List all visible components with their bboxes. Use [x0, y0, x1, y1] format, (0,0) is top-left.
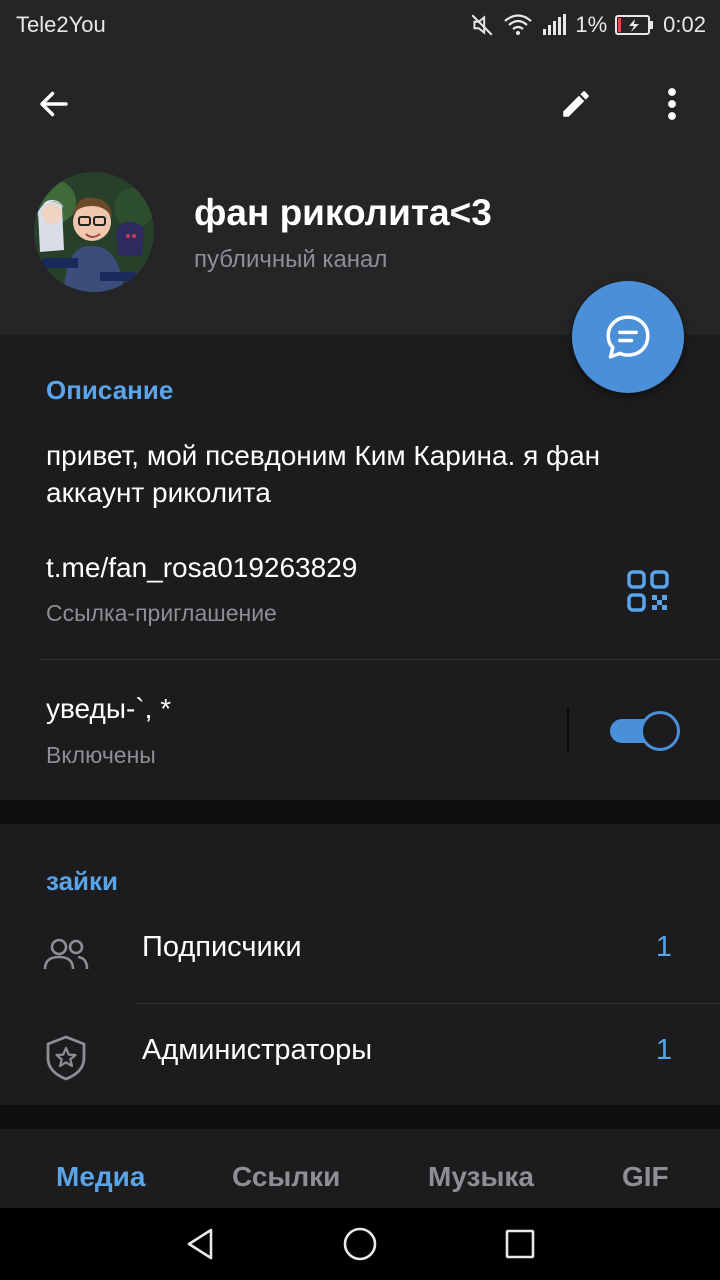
more-vertical-icon — [668, 88, 676, 120]
edit-button[interactable] — [548, 76, 604, 132]
clock: 0:02 — [663, 12, 706, 37]
nav-back-button[interactable] — [178, 1222, 222, 1266]
pencil-icon — [563, 91, 589, 117]
description-heading: Описание — [46, 375, 174, 405]
system-navigation-bar — [0, 1208, 720, 1280]
nav-home-button[interactable] — [338, 1222, 382, 1266]
message-fab-button[interactable] — [572, 281, 684, 393]
circle-home-icon — [343, 1227, 377, 1261]
chat-bubble-icon — [606, 315, 650, 359]
invite-link-caption: Ссылка-приглашение — [46, 600, 277, 626]
toggle-knob — [640, 711, 680, 751]
wifi-icon — [503, 12, 533, 38]
qr-code-button[interactable] — [626, 569, 670, 613]
media-tabs: Медиа Ссылки Музыка GIF — [0, 1129, 720, 1209]
battery-charging-icon — [615, 14, 655, 36]
tab-links[interactable]: Ссылки — [232, 1161, 340, 1193]
triangle-back-icon — [187, 1228, 213, 1260]
channel-info-section: Описание привет, мой псевдоним Ким Карин… — [0, 337, 720, 800]
nav-recents-button[interactable] — [498, 1222, 542, 1266]
users-icon — [40, 929, 92, 981]
tab-media[interactable]: Медиа — [56, 1161, 145, 1193]
channel-title: фан риколита<3 — [194, 192, 492, 233]
tab-music[interactable]: Музыка — [428, 1161, 534, 1193]
vertical-separator — [567, 708, 569, 752]
square-recents-icon — [505, 1229, 535, 1259]
divider — [40, 659, 720, 660]
channel-subtitle: публичный канал — [194, 246, 388, 273]
signal-icon — [541, 13, 567, 37]
administrators-row[interactable]: Администраторы 1 — [0, 1004, 720, 1104]
administrators-count: 1 — [655, 1034, 672, 1066]
invite-link[interactable]: t.me/fan_rosa019263829 — [46, 552, 357, 584]
notifications-title[interactable]: уведы-`, * — [46, 693, 171, 725]
mute-icon — [469, 12, 495, 38]
shield-star-icon — [40, 1032, 92, 1084]
notifications-status: Включены — [46, 742, 156, 768]
members-heading: зайки — [46, 866, 119, 896]
battery-percent: 1% — [575, 12, 608, 37]
channel-avatar[interactable] — [34, 172, 154, 292]
subscribers-label: Подписчики — [142, 931, 302, 963]
subscribers-row[interactable]: Подписчики 1 — [0, 901, 720, 1001]
section-gap — [0, 1105, 720, 1129]
administrators-label: Администраторы — [142, 1034, 373, 1066]
back-button[interactable] — [26, 76, 82, 132]
more-options-button[interactable] — [644, 76, 700, 132]
status-icons: 1% 0:02 — [469, 10, 706, 40]
qr-code-icon — [627, 570, 669, 612]
notifications-toggle[interactable] — [608, 711, 680, 751]
carrier-name: Tele2You — [16, 12, 106, 37]
subscribers-count: 1 — [655, 931, 672, 963]
status-bar: Tele2You 1% 0:02 — [0, 0, 720, 50]
tab-gif[interactable]: GIF — [622, 1161, 669, 1193]
members-section: зайки Подписчики 1 Администраторы 1 — [0, 824, 720, 1105]
arrow-left-icon — [40, 91, 68, 117]
description-text: привет, мой псевдоним Ким Карина. я фан … — [46, 440, 601, 508]
avatar-image — [34, 172, 154, 292]
section-gap — [0, 800, 720, 824]
